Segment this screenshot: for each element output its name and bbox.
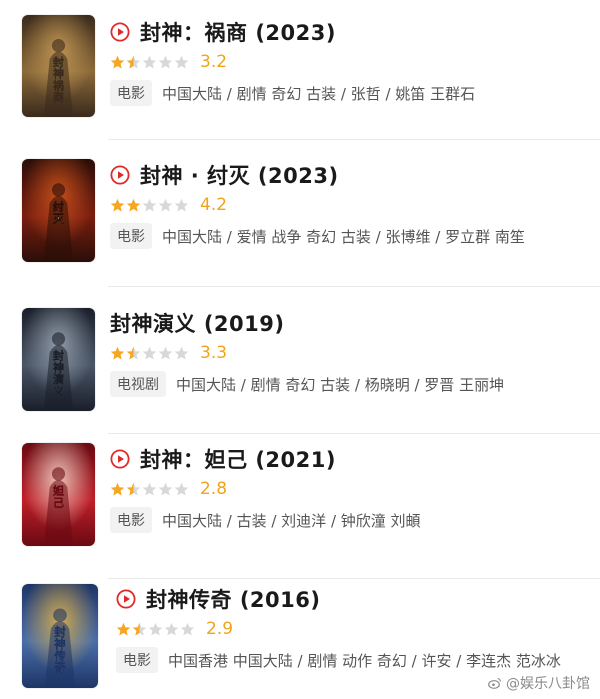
svg-text:神: 神: [53, 360, 64, 374]
svg-text:己: 己: [53, 496, 64, 509]
rating-stars: [110, 198, 190, 213]
star-icon: [126, 482, 141, 495]
rating-stars: [110, 55, 190, 70]
rating-stars: [110, 482, 190, 497]
movie-title[interactable]: 封神演义 (2019): [110, 308, 284, 338]
rating-score: 3.2: [200, 52, 228, 72]
category-badge: 电影: [110, 223, 152, 249]
star-icon: [142, 482, 157, 495]
star-icon: [164, 622, 179, 635]
list-item[interactable]: 封神祸商 封神：祸商 (2023) 3.2 电影 中国大陆 / 剧情 奇幻 古装…: [0, 0, 600, 139]
play-circle-icon[interactable]: [110, 449, 130, 469]
poster-image[interactable]: 封神演义: [22, 308, 95, 411]
list-item[interactable]: 妲己 封神：妲己 (2021) 2.8 电影 中国大陆 / 古装 / 刘迪洋 /…: [0, 434, 600, 577]
star-icon: [158, 346, 173, 359]
star-icon: [126, 55, 141, 68]
svg-text:妲: 妲: [53, 483, 64, 497]
category-badge: 电影: [110, 507, 152, 533]
svg-text:灭: 灭: [52, 212, 65, 225]
category-badge: 电视剧: [110, 371, 166, 397]
play-circle-icon[interactable]: [110, 22, 130, 42]
star-icon: [132, 622, 147, 635]
movie-title[interactable]: 封神：祸商 (2023): [140, 17, 336, 47]
play-circle-icon[interactable]: [110, 165, 130, 185]
search-result-list: 封神祸商 封神：祸商 (2023) 3.2 电影 中国大陆 / 剧情 奇幻 古装…: [0, 0, 600, 699]
movie-meta: 中国大陆 / 爱情 战争 奇幻 古装 / 张博维 / 罗立群 南笙: [162, 227, 525, 246]
watermark: @娱乐八卦馆: [488, 673, 590, 693]
movie-meta: 中国大陆 / 古装 / 刘迪洋 / 钟欣潼 刘頔: [162, 511, 421, 530]
svg-text:纣: 纣: [53, 199, 64, 213]
star-icon: [110, 346, 125, 359]
rating-score: 4.2: [200, 195, 228, 215]
star-icon: [174, 198, 189, 211]
svg-text:封: 封: [53, 55, 64, 69]
star-icon: [174, 55, 189, 68]
star-icon: [142, 55, 157, 68]
star-icon: [126, 198, 141, 211]
rating-stars: [116, 622, 196, 637]
star-icon: [158, 55, 173, 68]
category-badge: 电影: [110, 80, 152, 106]
movie-meta: 中国香港 中国大陆 / 剧情 动作 奇幻 / 许安 / 李连杰 范冰冰: [168, 651, 561, 670]
svg-text:神: 神: [53, 67, 64, 81]
svg-text:封: 封: [53, 348, 64, 362]
star-icon: [110, 482, 125, 495]
svg-text:演: 演: [53, 372, 64, 386]
movie-title[interactable]: 封神传奇 (2016): [146, 584, 320, 614]
star-icon: [148, 622, 163, 635]
poster-image[interactable]: 封神传奇: [22, 584, 98, 688]
star-icon: [116, 622, 131, 635]
movie-meta: 中国大陆 / 剧情 奇幻 古装 / 张哲 / 姚笛 王群石: [162, 84, 476, 103]
list-item[interactable]: 纣灭 封神 · 纣灭 (2023) 4.2 电影 中国大陆 / 爱情 战争 奇幻…: [0, 140, 600, 285]
star-icon: [174, 482, 189, 495]
svg-text:祸: 祸: [53, 78, 64, 92]
weibo-icon: [488, 677, 502, 689]
star-icon: [126, 346, 141, 359]
poster-image[interactable]: 妲己: [22, 443, 95, 546]
rating-score: 3.3: [200, 343, 228, 363]
star-icon: [158, 482, 173, 495]
poster-image[interactable]: 封神祸商: [22, 15, 95, 117]
star-icon: [180, 622, 195, 635]
star-icon: [110, 55, 125, 68]
rating-score: 2.9: [206, 619, 234, 639]
svg-text:奇: 奇: [54, 661, 65, 675]
list-item[interactable]: 封神演义 封神演义 (2019) 3.3 电视剧 中国大陆 / 剧情 奇幻 古装…: [0, 287, 600, 432]
rating-score: 2.8: [200, 479, 228, 499]
svg-text:义: 义: [53, 384, 64, 398]
star-icon: [158, 198, 173, 211]
play-circle-icon[interactable]: [116, 589, 136, 609]
poster-image[interactable]: 纣灭: [22, 159, 95, 262]
star-icon: [174, 346, 189, 359]
star-icon: [142, 198, 157, 211]
movie-title[interactable]: 封神：妲己 (2021): [140, 444, 336, 474]
category-badge: 电影: [116, 647, 158, 673]
star-icon: [110, 198, 125, 211]
watermark-text: @娱乐八卦馆: [506, 676, 590, 692]
star-icon: [142, 346, 157, 359]
svg-text:商: 商: [53, 90, 64, 104]
rating-stars: [110, 346, 190, 361]
movie-title[interactable]: 封神 · 纣灭 (2023): [140, 160, 339, 190]
movie-meta: 中国大陆 / 剧情 奇幻 古装 / 杨晓明 / 罗晋 王丽坤: [176, 375, 505, 394]
